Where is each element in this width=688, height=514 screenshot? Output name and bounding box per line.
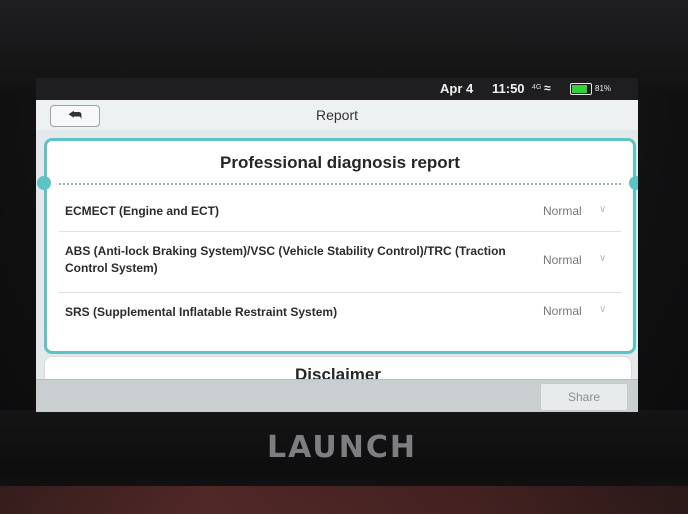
system-label: ABS (Anti-lock Braking System)/VSC (Vehi… <box>65 244 506 275</box>
status-date: Apr 4 <box>440 81 474 96</box>
report-content[interactable]: Professional diagnosis report ECMECT (En… <box>36 130 638 412</box>
device-body: LAUNCH Apr 4 11:50 4G ≈ 81% ⮪ Report Pro… <box>0 0 688 514</box>
system-label: ECMECT (Engine and ECT) <box>65 204 219 218</box>
system-status: Normal <box>543 253 582 267</box>
diagnosis-report-card: Professional diagnosis report ECMECT (En… <box>37 138 638 354</box>
device-rim <box>0 486 688 514</box>
brand-logo: LAUNCH <box>266 430 417 465</box>
battery-percent: 81% <box>595 84 612 93</box>
wifi-icon: ≈ <box>544 81 551 95</box>
system-status: Normal <box>543 204 582 218</box>
bottom-toolbar: Share <box>36 379 638 412</box>
status-time: 11:50 <box>492 81 525 96</box>
screen: Apr 4 11:50 4G ≈ 81% ⮪ Report Profession… <box>36 78 638 412</box>
report-row-abs[interactable]: ABS (Anti-lock Braking System)/VSC (Vehi… <box>59 232 621 293</box>
title-divider <box>59 183 621 185</box>
report-title: Professional diagnosis report <box>220 153 460 172</box>
card-notch-left <box>37 176 51 190</box>
report-row-srs[interactable]: SRS (Supplemental Inflatable Restraint S… <box>59 293 621 333</box>
battery-icon <box>570 83 592 95</box>
report-row-ecm[interactable]: ECMECT (Engine and ECT) Normal ∨ <box>59 191 621 232</box>
title-bar: ⮪ Report <box>36 100 638 131</box>
system-label: SRS (Supplemental Inflatable Restraint S… <box>65 305 338 319</box>
page-title: Report <box>315 107 359 123</box>
status-bar: Apr 4 11:50 4G ≈ 81% <box>36 78 638 100</box>
chevron-down-icon: ∨ <box>599 253 607 264</box>
network-indicator: 4G <box>532 84 542 91</box>
share-button[interactable]: Share <box>540 383 628 411</box>
chevron-down-icon: ∨ <box>599 304 607 315</box>
card-notch-right <box>629 176 638 190</box>
top-bezel <box>0 0 688 90</box>
system-status: Normal <box>543 304 582 318</box>
battery-fill <box>572 85 587 93</box>
chevron-down-icon: ∨ <box>599 204 607 215</box>
